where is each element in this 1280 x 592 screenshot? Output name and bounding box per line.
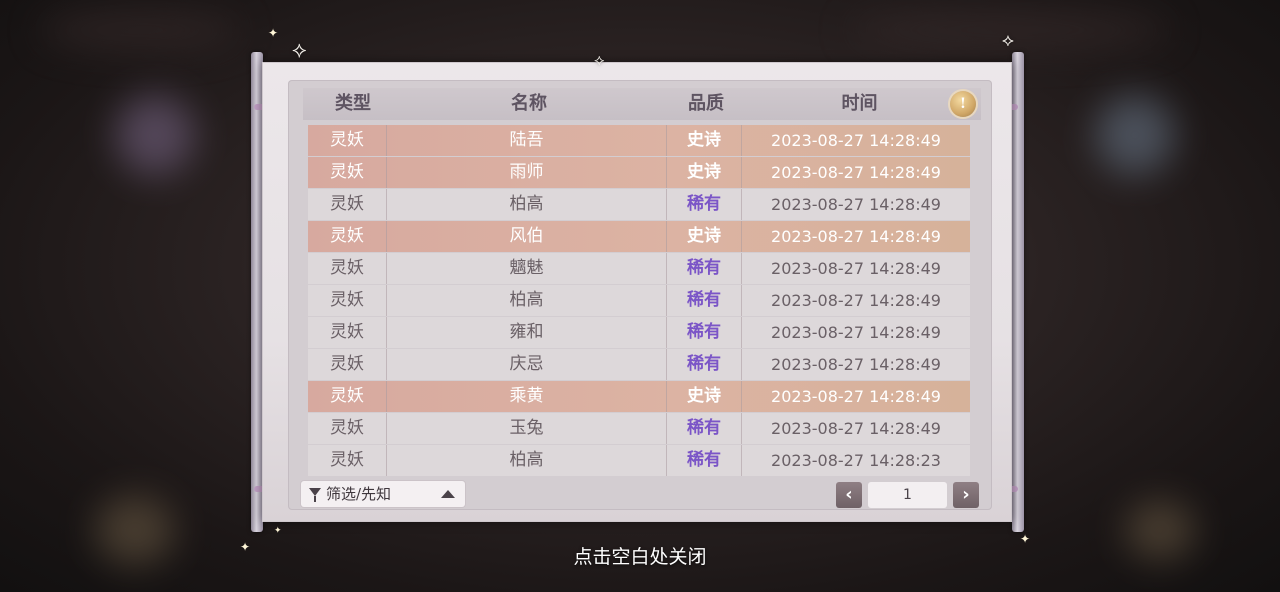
cell-time: 2023-08-27 14:28:49 [771, 419, 941, 438]
table-row: 灵妖 魑魅 稀有 2023-08-27 14:28:49 [308, 253, 970, 284]
swallow-icon: ⟡ [594, 50, 605, 69]
header-quality: 品质 [688, 93, 724, 114]
cell-type: 灵妖 [308, 125, 387, 156]
cell-time: 2023-08-27 14:28:49 [771, 259, 941, 278]
cell-name: 柏高 [387, 285, 667, 316]
table-row: 灵妖 雨师 史诗 2023-08-27 14:28:49 [308, 157, 970, 188]
cell-quality: 史诗 [667, 157, 742, 188]
background-blur [95, 495, 175, 565]
cell-name: 陆吾 [387, 125, 667, 156]
table-header: 类型 名称 品质 时间 [303, 88, 981, 120]
triangle-up-icon [441, 490, 455, 498]
prev-page-button[interactable]: ‹ [836, 482, 862, 508]
funnel-icon [309, 488, 321, 502]
record-table: 灵妖 陆吾 史诗 2023-08-27 14:28:49 灵妖 雨师 史诗 20… [308, 125, 970, 477]
filter-dropdown[interactable]: 筛选/先知 [301, 481, 465, 507]
table-row: 灵妖 雍和 稀有 2023-08-27 14:28:49 [308, 317, 970, 348]
cell-time: 2023-08-27 14:28:49 [771, 355, 941, 374]
cell-quality: 稀有 [667, 253, 742, 284]
cell-name: 魑魅 [387, 253, 667, 284]
cell-name: 乘黄 [387, 381, 667, 412]
cell-name: 庆忌 [387, 349, 667, 380]
header-name: 名称 [511, 93, 547, 114]
cell-type: 灵妖 [308, 285, 387, 316]
sparkle-icon: ✦ [1020, 532, 1031, 546]
cell-type: 灵妖 [308, 221, 387, 252]
close-hint[interactable]: 点击空白处关闭 [540, 542, 740, 569]
cell-name: 柏高 [387, 189, 667, 220]
table-row: 灵妖 玉兔 稀有 2023-08-27 14:28:49 [308, 413, 970, 444]
scroll-rod-right [1012, 52, 1024, 532]
cell-time: 2023-08-27 14:28:49 [771, 195, 941, 214]
cell-time: 2023-08-27 14:28:49 [771, 163, 941, 182]
cell-type: 灵妖 [308, 413, 387, 444]
cell-time: 2023-08-27 14:28:49 [771, 227, 941, 246]
table-row: 灵妖 柏高 稀有 2023-08-27 14:28:23 [308, 445, 970, 476]
cell-type: 灵妖 [308, 445, 387, 476]
background-blur [115, 95, 195, 175]
lightbulb-icon[interactable]: ! [950, 91, 976, 117]
page-number-field[interactable]: 1 [868, 482, 947, 508]
table-row: 灵妖 柏高 稀有 2023-08-27 14:28:49 [308, 189, 970, 220]
cell-time: 2023-08-27 14:28:49 [771, 131, 941, 150]
background-blur [1095, 95, 1175, 175]
background-blur [40, 10, 240, 50]
cell-quality: 稀有 [667, 189, 742, 220]
cell-name: 玉兔 [387, 413, 667, 444]
cell-quality: 稀有 [667, 317, 742, 348]
cell-type: 灵妖 [308, 189, 387, 220]
next-page-button[interactable]: › [953, 482, 979, 508]
cell-quality: 史诗 [667, 125, 742, 156]
background-blur [1125, 500, 1195, 560]
sparkle-icon: ✦ [268, 26, 279, 40]
header-type: 类型 [335, 93, 371, 114]
cell-time: 2023-08-27 14:28:49 [771, 323, 941, 342]
cell-type: 灵妖 [308, 253, 387, 284]
cell-time: 2023-08-27 14:28:49 [771, 387, 941, 406]
cell-quality: 史诗 [667, 221, 742, 252]
sparkle-icon: ✦ [240, 540, 251, 554]
cell-time: 2023-08-27 14:28:23 [771, 451, 941, 470]
cell-name: 风伯 [387, 221, 667, 252]
cell-quality: 史诗 [667, 381, 742, 412]
header-time: 时间 [841, 93, 878, 114]
table-row: 灵妖 柏高 稀有 2023-08-27 14:28:49 [308, 285, 970, 316]
cell-quality: 稀有 [667, 445, 742, 476]
table-row: 灵妖 风伯 史诗 2023-08-27 14:28:49 [308, 221, 970, 252]
cell-quality: 稀有 [667, 285, 742, 316]
cell-name: 柏高 [387, 445, 667, 476]
cell-type: 灵妖 [308, 317, 387, 348]
cell-name: 雨师 [387, 157, 667, 188]
cell-name: 雍和 [387, 317, 667, 348]
swallow-icon: ⟡ [1002, 30, 1014, 51]
filter-label: 筛选/先知 [326, 485, 392, 503]
cell-quality: 稀有 [667, 349, 742, 380]
sparkle-icon: ✦ [274, 526, 282, 536]
swallow-icon: ⟡ [292, 38, 307, 63]
table-row: 灵妖 庆忌 稀有 2023-08-27 14:28:49 [308, 349, 970, 380]
table-row: 灵妖 乘黄 史诗 2023-08-27 14:28:49 [308, 381, 970, 412]
cell-type: 灵妖 [308, 349, 387, 380]
table-row: 灵妖 陆吾 史诗 2023-08-27 14:28:49 [308, 125, 970, 156]
cell-quality: 稀有 [667, 413, 742, 444]
cell-time: 2023-08-27 14:28:49 [771, 291, 941, 310]
cell-type: 灵妖 [308, 381, 387, 412]
cell-type: 灵妖 [308, 157, 387, 188]
